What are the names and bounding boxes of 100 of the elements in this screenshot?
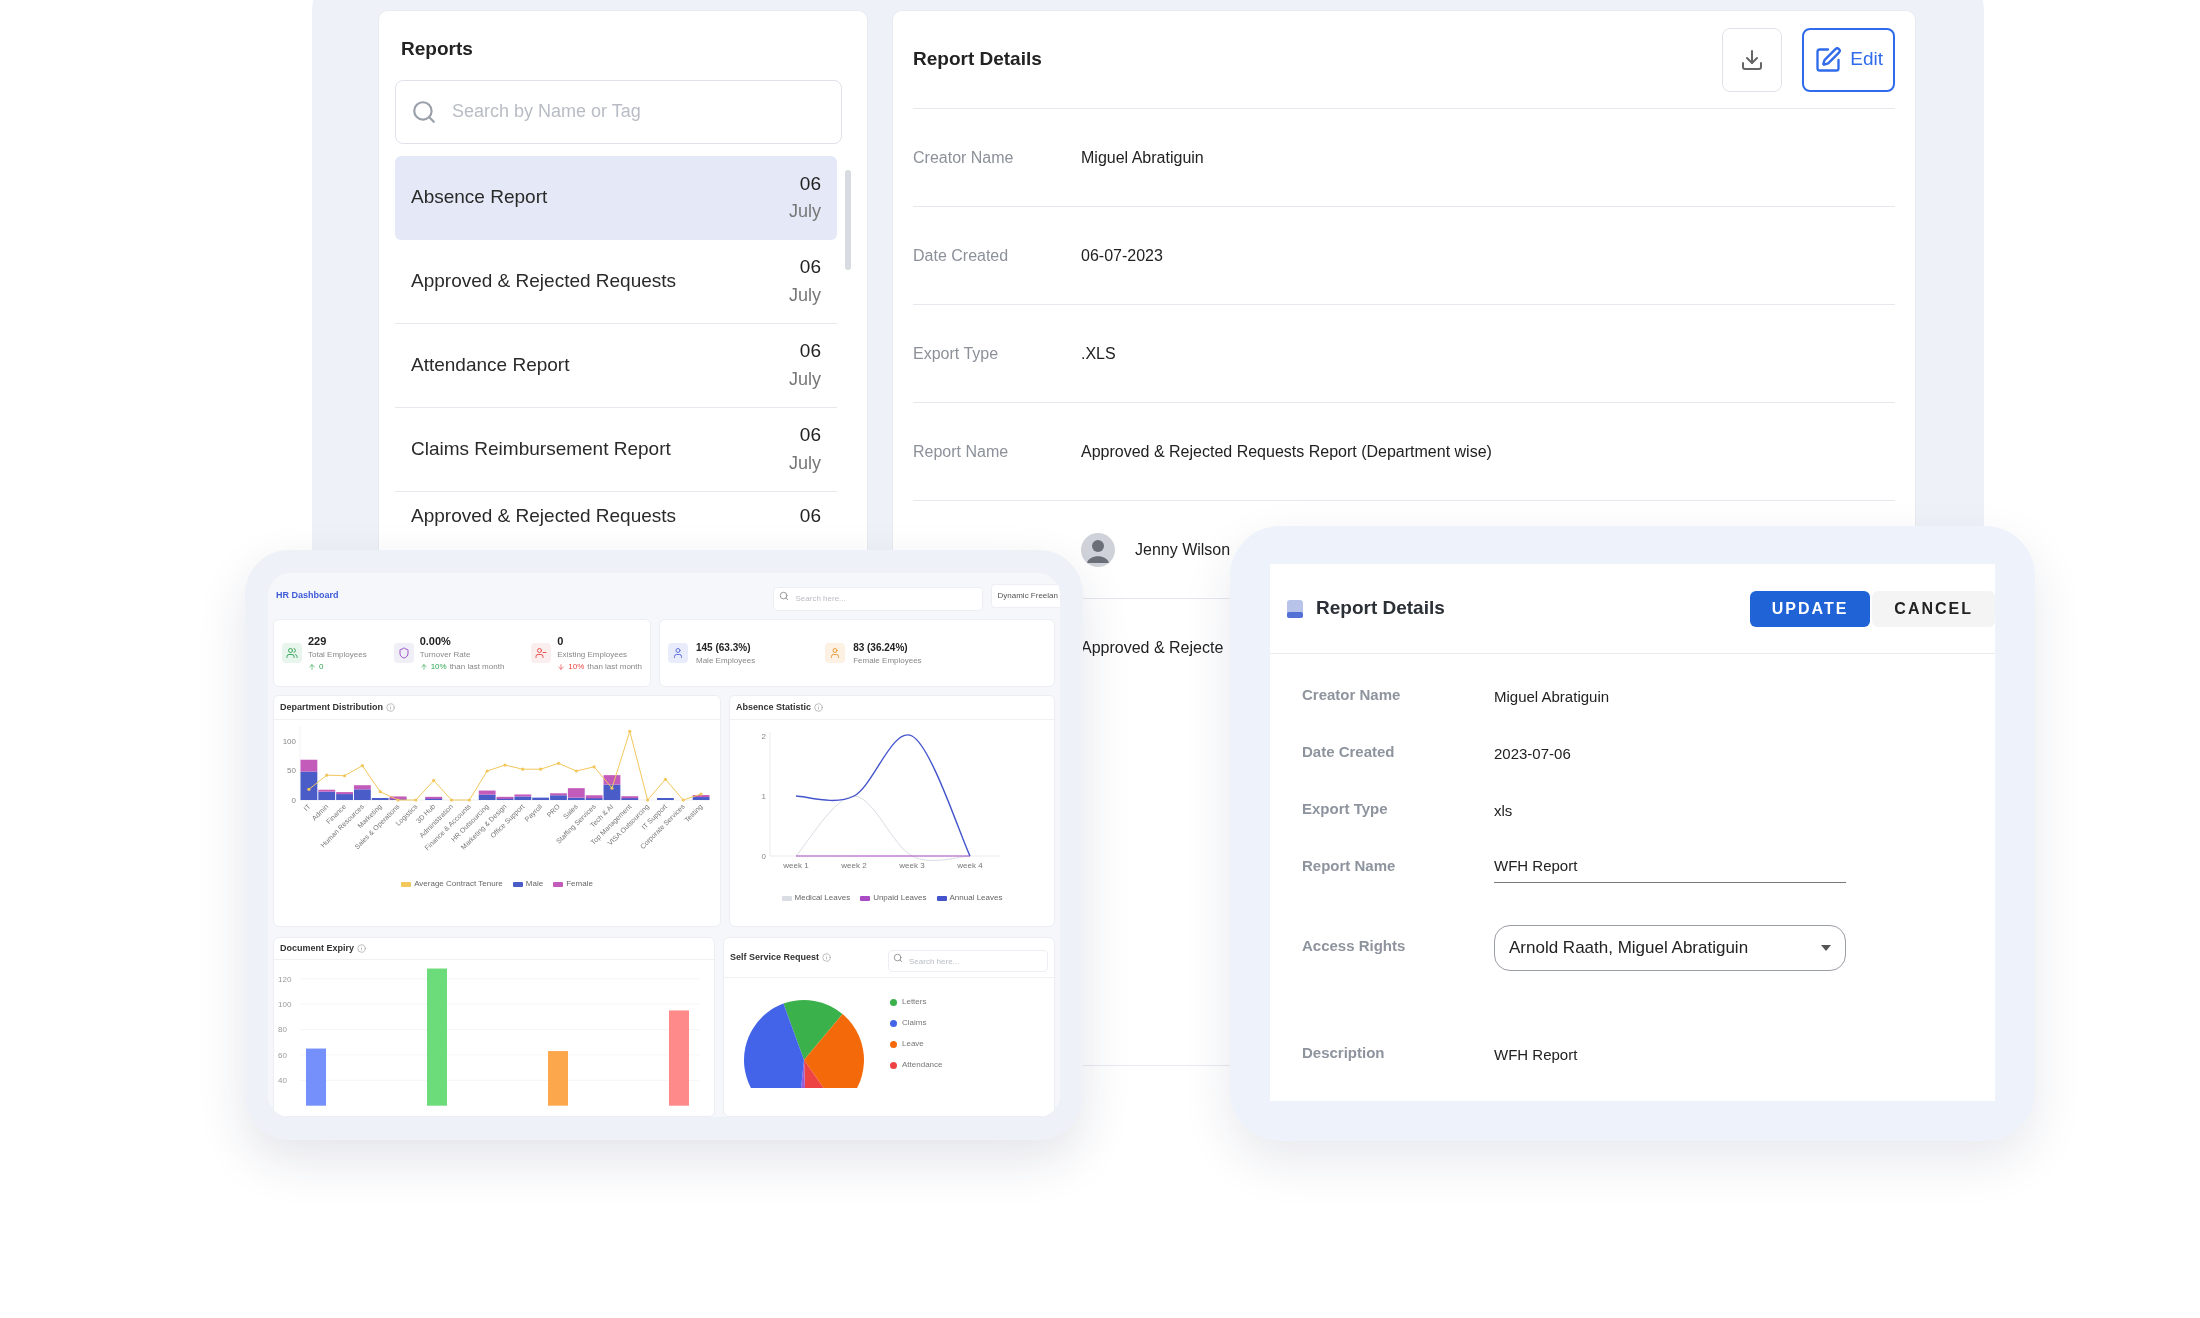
people-icon (282, 643, 302, 663)
legend-label: Annual Leaves (949, 892, 1003, 904)
panel-title: Report Details (913, 47, 1042, 72)
data-point (503, 763, 507, 767)
upper-bar-segment (603, 775, 621, 785)
data-point (449, 798, 454, 802)
data-point (307, 787, 311, 791)
axis-label: 60 (278, 1050, 287, 1060)
axis-label: week 2 (841, 861, 867, 870)
report-name: Absence Report (411, 185, 548, 210)
field-value: xls (1494, 801, 1513, 821)
data-point (378, 790, 382, 794)
info-icon (814, 703, 824, 712)
data-point (574, 769, 578, 773)
card-title: Document Expiry (280, 941, 355, 955)
data-point (646, 798, 650, 802)
search-field[interactable]: Search by Name or Tag (395, 79, 842, 144)
search-field[interactable]: Search here... (888, 950, 1048, 972)
axis-label: 120 (278, 974, 292, 984)
stat-change: 10% (568, 661, 585, 674)
stat-note: than last month (587, 661, 642, 674)
data-point (360, 764, 364, 768)
report-list-item[interactable]: Absence Report 06 July (395, 155, 837, 240)
shield-icon (393, 643, 414, 663)
report-day: 06 (799, 337, 821, 366)
data-point (325, 773, 329, 777)
legend-label: Letters (902, 996, 927, 1008)
search-field[interactable]: Search here... (772, 586, 983, 611)
data-point (628, 729, 632, 733)
update-button[interactable]: UPDATE (1749, 590, 1871, 627)
field-label: Date Created (913, 245, 1010, 266)
bar (306, 1048, 326, 1106)
upper-bar-segment (354, 785, 371, 790)
field-value: Miguel Abratiguin (1494, 687, 1610, 707)
legend-label: Claims (902, 1017, 927, 1029)
report-day: 06 (799, 253, 821, 282)
legend-label: Leave (902, 1038, 924, 1050)
axis-label: 100 (282, 736, 296, 746)
axis-label: 0 (291, 796, 296, 805)
stat-label: Female Employees (853, 654, 922, 667)
caret-icon (1821, 945, 1831, 951)
axis-label: 80 (278, 1025, 287, 1035)
dialog-title: Report Details (1316, 596, 1445, 621)
card-title: Self Service Request (730, 950, 820, 964)
field-value: WFH Report (1494, 1045, 1578, 1065)
axis-label: 40 (278, 1076, 287, 1086)
field-value: .XLS (1081, 343, 1116, 364)
download-icon (1740, 47, 1765, 72)
axis-label: 2 (761, 732, 766, 741)
report-list-item[interactable]: Claims Reimbursement Report 06 July (395, 407, 837, 492)
cancel-button[interactable]: CANCEL (1872, 590, 1995, 627)
legend-label: Male (525, 878, 544, 890)
stat-label: Turnover Rate (419, 649, 472, 662)
field-label: Access Rights (1302, 936, 1407, 956)
stat-label: Existing Employees (557, 649, 629, 662)
report-list-item[interactable]: Approved & Rejected Requests 06 July (395, 239, 837, 324)
info-icon (386, 703, 395, 712)
scrollbar-thumb[interactable] (845, 169, 851, 270)
field-value: Jenny Wilson (1135, 539, 1231, 560)
data-point (539, 767, 543, 771)
workspace-selector[interactable]: Dynamic Freelan (990, 584, 1060, 608)
stat-value: 0 (557, 633, 565, 649)
report-day: 06 (799, 502, 821, 531)
access-rights-select[interactable]: Arnold Raath, Miguel Abratiguin (1494, 925, 1846, 971)
data-point (342, 774, 347, 778)
report-month: July (789, 200, 821, 224)
axis-label: week 4 (957, 861, 983, 870)
field-value: Approved & Rejecte (1081, 638, 1224, 658)
data-point (432, 778, 436, 783)
data-point (681, 798, 685, 802)
search-icon (893, 952, 903, 963)
stat-label: Total Employees (308, 649, 367, 662)
legend-label: Attendance (902, 1059, 943, 1071)
stat-value: 83 (36.24%) (853, 640, 909, 655)
field-value: 2023-07-06 (1494, 744, 1571, 764)
field-value: Approved & Rejected Requests Report (Department wise) (1081, 441, 1492, 462)
field-value: Miguel Abratiguin (1081, 147, 1204, 168)
data-point (414, 798, 418, 802)
report-name: Approved & Rejected Requests (411, 268, 677, 293)
report-name: Approved & Rejected Requests (411, 504, 677, 529)
report-list-item[interactable]: Approved & Rejected Requests 06 (395, 491, 837, 542)
data-point (699, 792, 703, 796)
stat-change: 10% (430, 661, 447, 674)
field-label: Export Type (913, 343, 1000, 364)
card-title: Absence Statistic (736, 700, 812, 714)
legend-label: Unpaid Leaves (873, 892, 927, 904)
stat-value: 229 (308, 633, 328, 649)
download-button[interactable] (1722, 27, 1783, 92)
report-name-field[interactable]: WFH Report (1494, 855, 1846, 883)
edit-button[interactable]: Edit (1802, 27, 1895, 92)
data-point (556, 761, 561, 765)
field-label: Export Type (1302, 799, 1389, 819)
report-name: Attendance Report (411, 352, 570, 377)
report-list-item[interactable]: Attendance Report 06 July (395, 323, 837, 408)
axis-label: week 3 (899, 861, 925, 870)
search-icon (411, 98, 437, 125)
avatar-icon (1081, 532, 1115, 567)
stat-label: Male Employees (696, 654, 756, 667)
data-point (396, 798, 400, 802)
data-point (610, 786, 614, 790)
